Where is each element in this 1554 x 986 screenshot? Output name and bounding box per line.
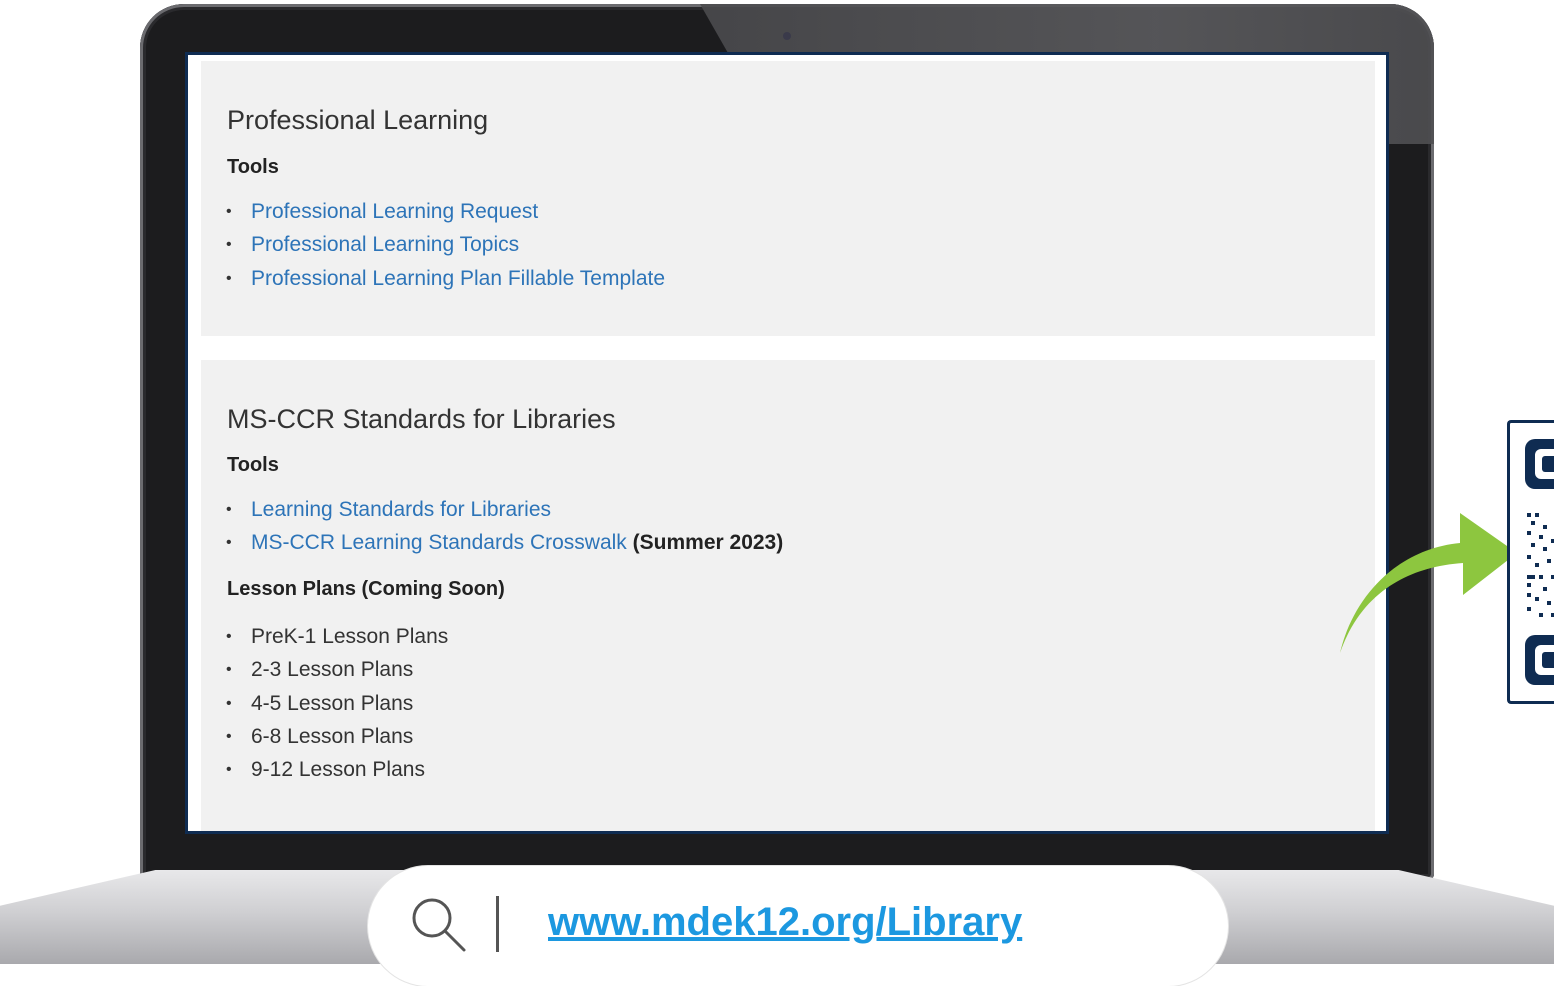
section-title: MS-CCR Standards for Libraries: [227, 404, 616, 434]
qr-code-icon[interactable]: [1507, 420, 1554, 704]
library-url-link[interactable]: www.mdek12.org/Library: [548, 900, 1022, 945]
section-title: Professional Learning: [227, 105, 489, 135]
professional-learning-request-link[interactable]: Professional Learning Request: [251, 200, 538, 223]
professional-learning-topics-link[interactable]: Professional Learning Topics: [251, 233, 519, 256]
laptop-screen: Professional Learning Tools Professional…: [185, 52, 1389, 834]
professional-learning-plan-template-link[interactable]: Professional Learning Plan Fillable Temp…: [251, 267, 665, 290]
ms-ccr-standards-panel: MS-CCR Standards for Libraries Tools Lea…: [201, 360, 1375, 831]
crosswalk-link[interactable]: MS-CCR Learning Standards Crosswalk: [251, 531, 627, 554]
lesson-plans-heading: Lesson Plans (Coming Soon): [227, 578, 505, 600]
green-arrow-icon: [1340, 513, 1517, 653]
tools-heading: Tools: [227, 156, 279, 178]
list-item: MS-CCR Learning Standards Crosswalk (Sum…: [226, 526, 784, 560]
list-item: 6-8 Lesson Plans: [226, 720, 448, 754]
list-item: Professional Learning Request: [226, 195, 665, 229]
tools-list: Professional Learning Request Profession…: [226, 195, 665, 296]
list-item: Professional Learning Topics: [226, 228, 665, 262]
tools-list: Learning Standards for Libraries MS-CCR …: [226, 493, 784, 560]
professional-learning-panel: Professional Learning Tools Professional…: [201, 61, 1375, 336]
list-item: 2-3 Lesson Plans: [226, 653, 448, 687]
search-bar[interactable]: www.mdek12.org/Library: [368, 866, 1228, 986]
learning-standards-link[interactable]: Learning Standards for Libraries: [251, 498, 551, 521]
tools-heading: Tools: [227, 454, 279, 476]
list-item: PreK-1 Lesson Plans: [226, 620, 448, 654]
list-item: Learning Standards for Libraries: [226, 493, 783, 527]
list-item: 4-5 Lesson Plans: [226, 687, 448, 721]
lesson-plans-list: PreK-1 Lesson Plans 2-3 Lesson Plans 4-5…: [226, 620, 448, 787]
list-item: Professional Learning Plan Fillable Temp…: [226, 262, 665, 296]
search-icon[interactable]: [408, 894, 468, 954]
camera-icon: [783, 32, 791, 40]
search-divider: [496, 896, 499, 952]
list-item: 9-12 Lesson Plans: [226, 753, 448, 787]
crosswalk-note: (Summer 2023): [632, 531, 784, 555]
